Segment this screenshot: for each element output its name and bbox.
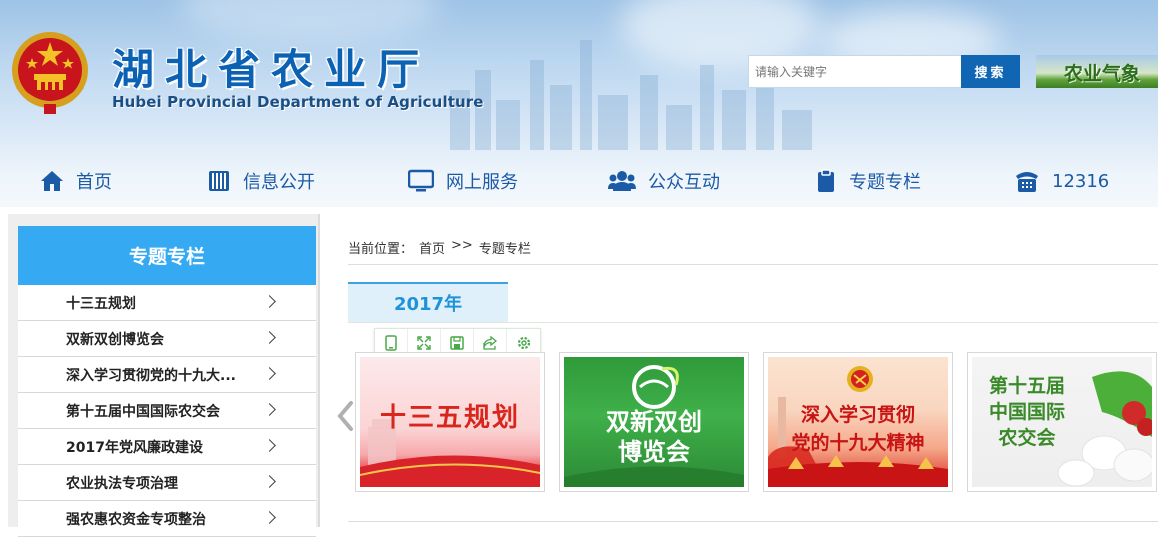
caption-line: 农交会 bbox=[998, 427, 1056, 449]
fullscreen-icon bbox=[417, 335, 431, 350]
nav-item-info-disclosure[interactable]: 信息公开 bbox=[207, 160, 315, 202]
breadcrumb: 当前位置： 首页 >> 专题专栏 bbox=[348, 238, 531, 257]
topic-card[interactable]: 十三五规划 bbox=[355, 352, 545, 492]
topic-card-caption: 十三五规划 bbox=[379, 403, 520, 433]
sidebar-item-label: 第十五届中国国际农交会 bbox=[66, 403, 220, 420]
sidebar-item[interactable]: 强农惠农资金专项整治 bbox=[18, 501, 316, 537]
topic-card-caption: 深入学习贯彻 党的十九大精神 bbox=[768, 401, 948, 457]
nav-item-home[interactable]: 首页 bbox=[40, 160, 112, 202]
sidebar-item[interactable]: 深入学习贯彻党的十九大... bbox=[18, 357, 316, 393]
sidebar-item[interactable]: 双新双创博览会 bbox=[18, 321, 316, 357]
topic-card[interactable]: 深入学习贯彻 党的十九大精神 bbox=[763, 352, 953, 492]
sidebar-item-label: 农业执法专项治理 bbox=[66, 475, 178, 492]
sidebar-item[interactable]: 2017年党风廉政建设 bbox=[18, 429, 316, 465]
chevron-right-icon bbox=[263, 403, 276, 416]
site-header: 湖北省农业厅 Hubei Provincial Department of Ag… bbox=[0, 0, 1158, 207]
topic-card[interactable]: 第十五届 中国国际 农交会 bbox=[967, 352, 1157, 492]
sidebar-title: 专题专栏 bbox=[18, 226, 316, 285]
phone-icon bbox=[1016, 172, 1038, 192]
chevron-right-icon bbox=[263, 331, 276, 344]
site-title-english: Hubei Provincial Department of Agricultu… bbox=[112, 93, 484, 111]
users-icon bbox=[608, 171, 636, 191]
sidebar-item-label: 双新双创博览会 bbox=[66, 331, 164, 348]
sidebar-item[interactable]: 农业执法专项治理 bbox=[18, 465, 316, 501]
agri-weather-banner[interactable]: 农业气象 bbox=[1036, 55, 1158, 88]
divider bbox=[348, 322, 1158, 323]
nav-label: 网上服务 bbox=[446, 172, 518, 193]
sidebar-item-label: 深入学习贯彻党的十九大... bbox=[66, 367, 236, 384]
caption-line: 双新双创 bbox=[606, 407, 702, 436]
nav-label: 首页 bbox=[76, 172, 112, 193]
divider bbox=[348, 264, 1158, 265]
sidebar-item[interactable]: 第十五届中国国际农交会 bbox=[18, 393, 316, 429]
topic-card-image: 深入学习贯彻 党的十九大精神 bbox=[768, 357, 948, 487]
carousel-prev-arrow-icon[interactable] bbox=[336, 400, 356, 432]
nav-item-online-service[interactable]: 网上服务 bbox=[408, 160, 518, 202]
nav-item-public-interaction[interactable]: 公众互动 bbox=[608, 160, 720, 202]
nav-label: 公众互动 bbox=[648, 172, 720, 193]
sidebar: 专题专栏 十三五规划 双新双创博览会 深入学习贯彻党的十九大... 第十五届中国… bbox=[8, 214, 320, 537]
chevron-right-icon bbox=[263, 475, 276, 488]
chevron-right-icon bbox=[263, 439, 276, 452]
breadcrumb-home-link[interactable]: 首页 bbox=[419, 238, 445, 257]
share-icon bbox=[483, 335, 498, 350]
breadcrumb-prefix: 当前位置： bbox=[348, 242, 414, 257]
sidebar-item-label: 2017年党风廉政建设 bbox=[66, 439, 203, 456]
document-icon bbox=[209, 171, 229, 191]
caption-line: 中国国际 bbox=[988, 401, 1065, 423]
nav-label: 专题专栏 bbox=[849, 172, 921, 193]
nav-item-special-topics[interactable]: 专题专栏 bbox=[815, 160, 921, 202]
nav-label: 信息公开 bbox=[243, 172, 315, 193]
search-button[interactable]: 搜索 bbox=[961, 55, 1020, 88]
site-title: 湖北省农业厅 bbox=[112, 45, 431, 94]
topic-card-caption: 双新双创 博览会 bbox=[564, 407, 744, 467]
breadcrumb-separator: >> bbox=[451, 238, 473, 253]
monitor-icon bbox=[408, 169, 434, 192]
sidebar-item-label: 十三五规划 bbox=[66, 295, 136, 312]
nav-label: 12316 bbox=[1052, 170, 1110, 192]
sidebar-item[interactable]: 十三五规划 bbox=[18, 285, 316, 321]
home-icon bbox=[41, 171, 63, 191]
caption-line: 第十五届 bbox=[988, 375, 1065, 397]
caption-line: 博览会 bbox=[618, 437, 690, 466]
cloud-decoration bbox=[180, 0, 440, 40]
topic-card-image: 双新双创 博览会 bbox=[564, 357, 744, 487]
settings-icon bbox=[517, 336, 530, 349]
sidebar-list: 十三五规划 双新双创博览会 深入学习贯彻党的十九大... 第十五届中国国际农交会… bbox=[18, 285, 316, 537]
chevron-right-icon bbox=[263, 295, 276, 308]
main-nav: 首页 信息公开 网上服务 公众互动 专题专栏 12316 bbox=[0, 160, 1158, 202]
topic-card-caption: 第十五届 中国国际 农交会 bbox=[972, 373, 1082, 451]
chevron-right-icon bbox=[263, 367, 276, 380]
search-input[interactable] bbox=[748, 55, 962, 88]
topic-card-image: 第十五届 中国国际 农交会 bbox=[972, 357, 1152, 487]
nav-item-hotline[interactable]: 12316 bbox=[1014, 160, 1109, 202]
national-emblem-logo bbox=[12, 32, 88, 114]
clipboard-icon bbox=[818, 169, 834, 192]
agri-weather-label: 农业气象 bbox=[1064, 63, 1141, 85]
topic-card-image: 十三五规划 bbox=[360, 357, 540, 487]
caption-line: 党的十九大精神 bbox=[791, 432, 925, 454]
topic-card[interactable]: 双新双创 博览会 bbox=[559, 352, 749, 492]
breadcrumb-current-link[interactable]: 专题专栏 bbox=[479, 238, 531, 257]
divider bbox=[348, 521, 1158, 522]
sidebar-item-label: 强农惠农资金专项整治 bbox=[66, 511, 206, 528]
caption-line: 深入学习贯彻 bbox=[800, 404, 915, 426]
mobile-icon bbox=[385, 334, 397, 351]
chevron-right-icon bbox=[263, 511, 276, 524]
tab-year-2017[interactable]: 2017年 bbox=[348, 282, 508, 322]
save-icon bbox=[450, 335, 464, 350]
